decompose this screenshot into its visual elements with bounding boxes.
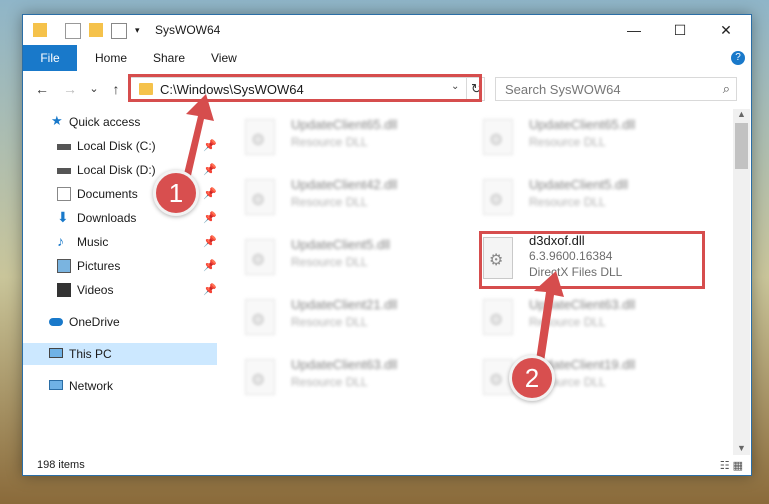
step-badge-1: 1	[153, 170, 199, 216]
arrow-2	[534, 271, 564, 362]
annotation-arrows	[183, 94, 564, 362]
step-badge-2: 2	[509, 355, 555, 401]
arrow-1	[183, 94, 214, 180]
